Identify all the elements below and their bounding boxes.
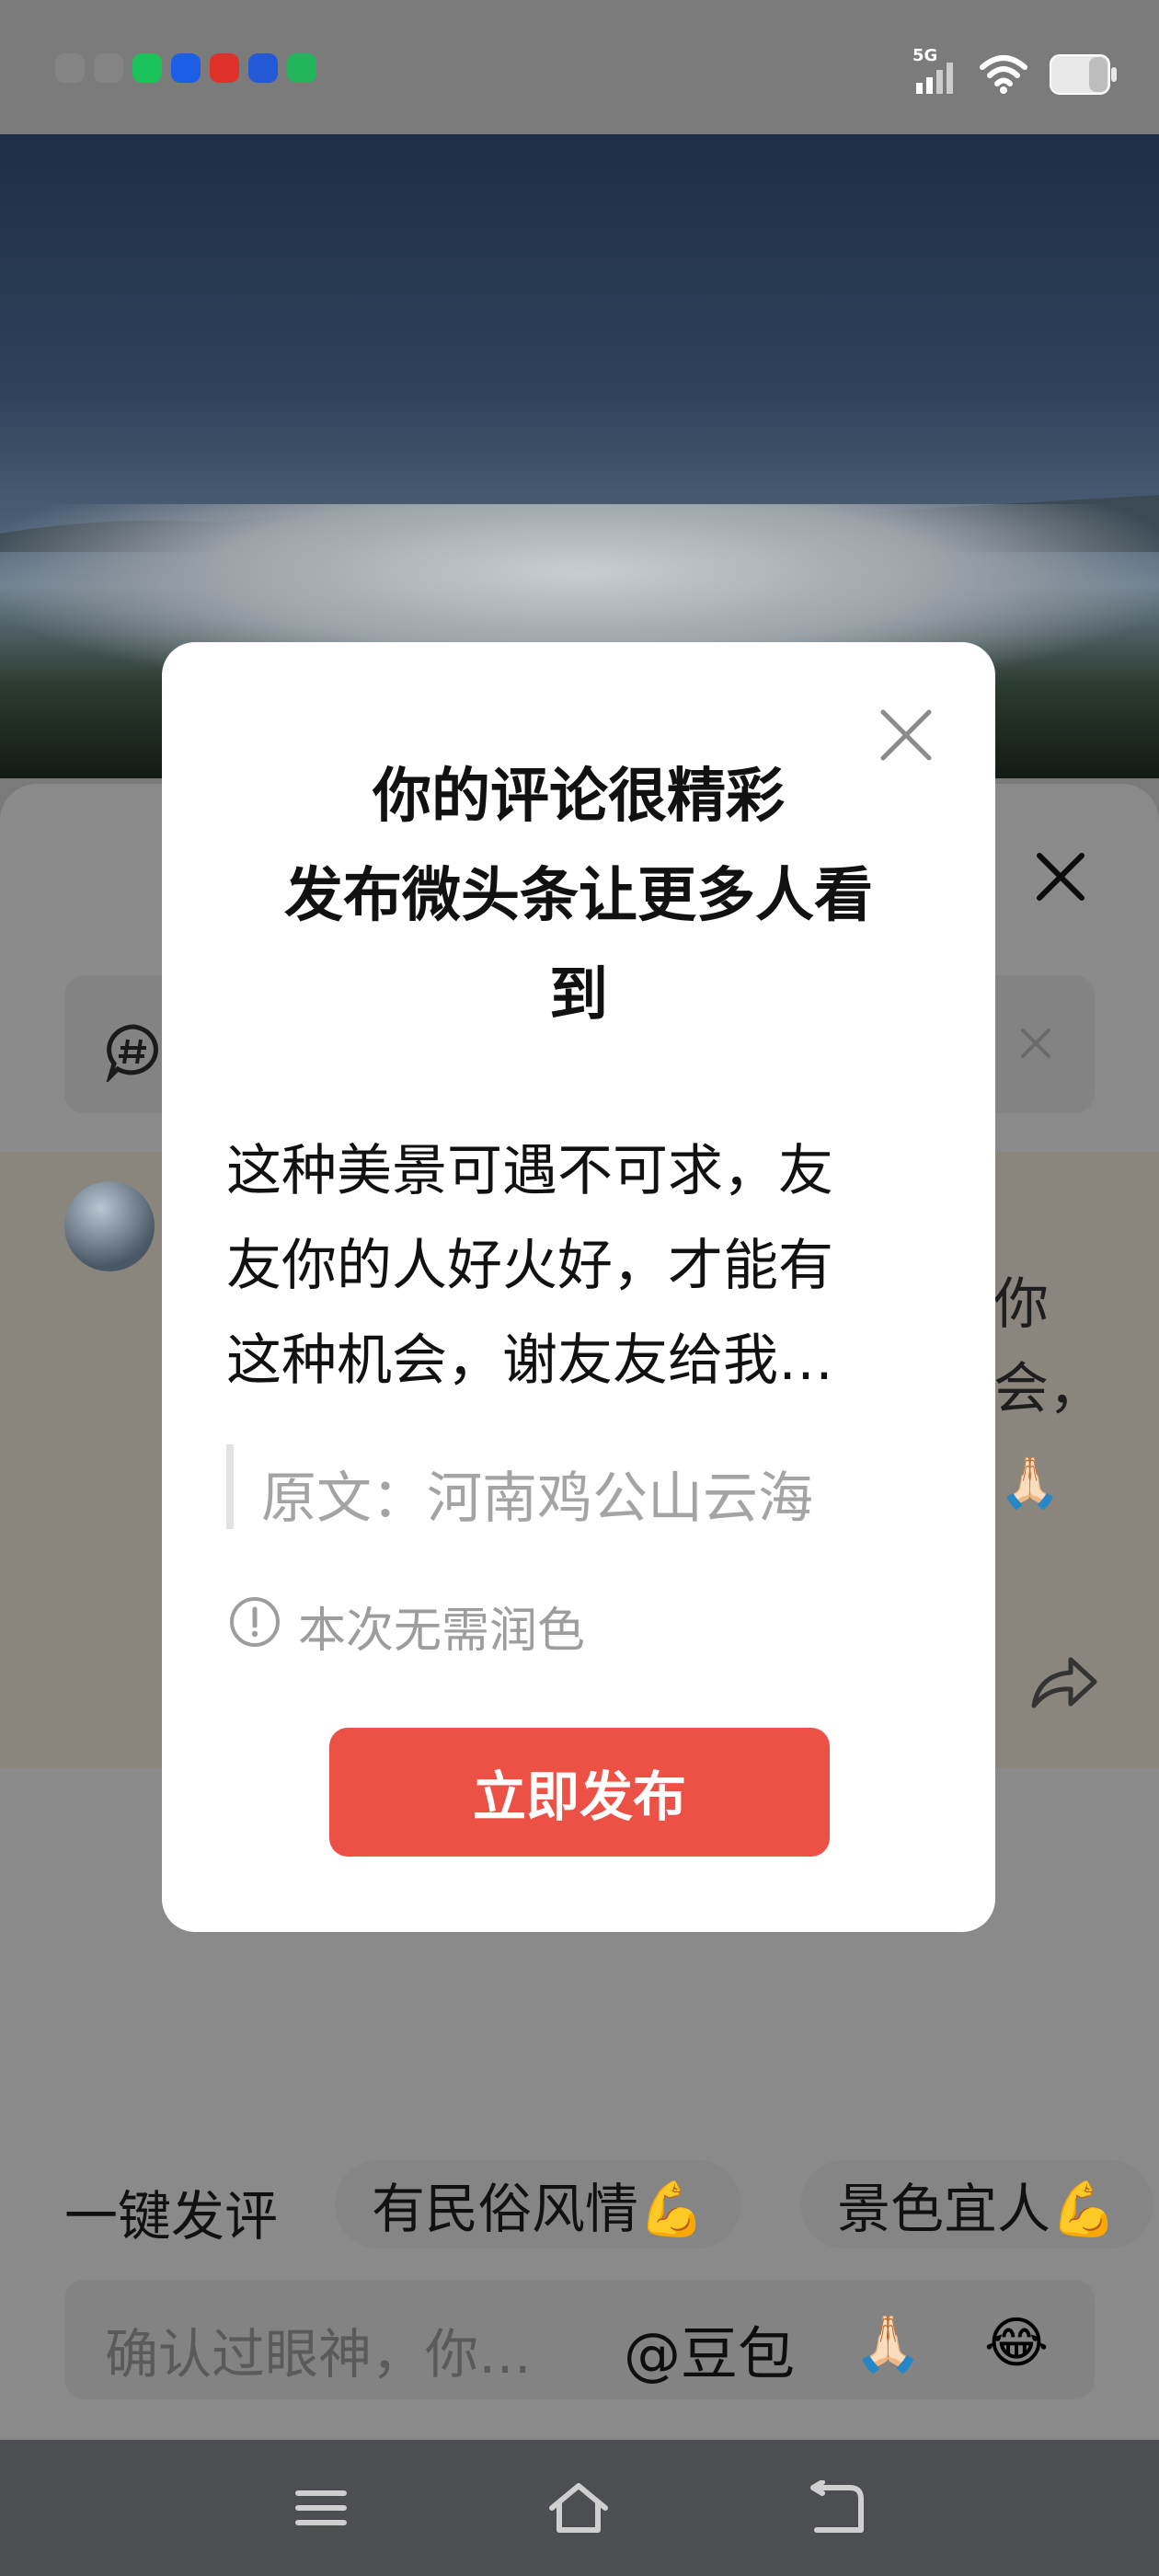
notification-icon [94,53,123,83]
dialog-title: 你的评论很精彩 发布微头条让更多人看 到 [162,747,995,1045]
mention-button[interactable]: @豆包 [624,2307,795,2390]
comment-preview-line: 这种机会，谢友友给我… [226,1328,833,1393]
menu-icon[interactable] [289,2480,353,2536]
original-post-quote: 原文：河南鸡公山云海 [261,1466,813,1531]
comment-preview-line: 友你的人好火好，才能有 [226,1234,833,1298]
info-icon [230,1597,280,1647]
comment-preview: 这种美景可遇不可求，友 友你的人好火好，才能有 这种机会，谢友友给我… [226,1124,889,1409]
quick-comment-chip[interactable]: 有民俗风情💪 [335,2160,742,2248]
emoji-button[interactable]: 😂 [984,2311,1049,2375]
notification-icon [55,53,85,83]
comment-preview-line: 这种美景可遇不可求，友 [226,1139,833,1203]
comment-input-placeholder: 确认过眼神，你… [105,2323,533,2386]
status-notification-icons [55,53,316,83]
emoji-fragment: 🙏🏻 [999,1454,1061,1512]
notification-icon [132,53,162,83]
share-icon[interactable] [1027,1652,1100,1713]
status-right: 5G [912,46,1119,98]
emoji-button[interactable]: 🙏🏻 [854,2311,923,2376]
notification-icon [171,53,201,83]
back-icon[interactable] [804,2480,868,2536]
quick-comment-label: 一键发评 [64,2185,279,2248]
notification-icon [287,53,316,83]
avatar[interactable] [64,1181,155,1271]
wifi-icon [980,55,1027,94]
dialog-title-line: 你的评论很精彩 [373,763,785,831]
battery-icon [1050,54,1117,95]
signal-icon: 5G [912,46,958,98]
close-icon[interactable] [1028,845,1093,909]
polish-info-text: 本次无需润色 [298,1604,586,1659]
publish-now-button[interactable]: 立即发布 [329,1728,830,1857]
dialog-title-line: 到 [549,961,608,1029]
quote-divider [226,1444,234,1529]
clear-topic-icon[interactable] [1016,1023,1056,1064]
dialog-title-line: 发布微头条让更多人看 [284,862,873,930]
comment-text-fragment: 会， [993,1357,1104,1421]
notification-icon [248,53,278,83]
hashtag-bubble-icon[interactable] [103,1021,164,1082]
notification-icon [210,53,239,83]
comment-text-fragment: 你 [993,1272,1049,1337]
home-icon[interactable] [546,2480,611,2536]
quick-comment-chip[interactable]: 景色宜人💪 [800,2160,1154,2248]
